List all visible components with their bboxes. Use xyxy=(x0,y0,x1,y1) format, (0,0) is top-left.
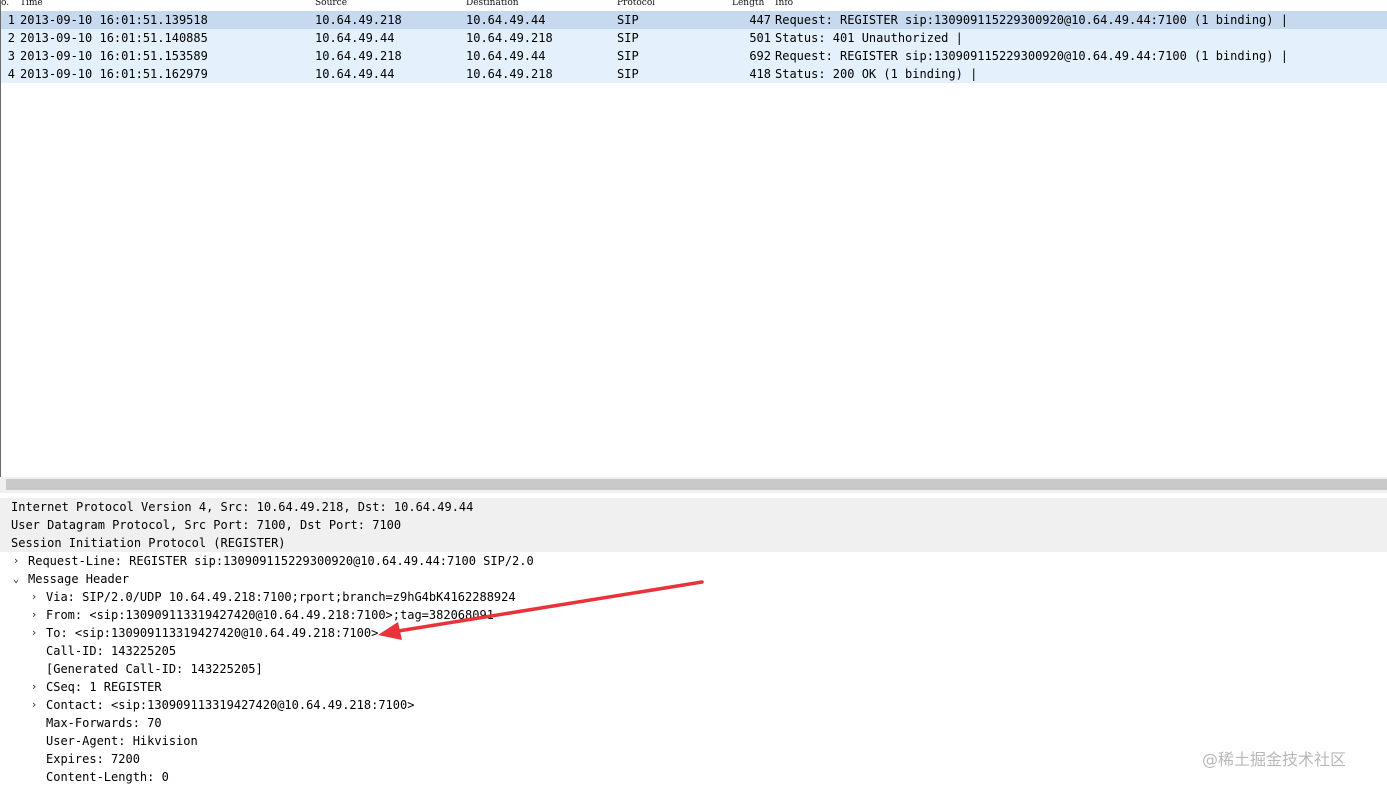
packet-time: 2013-09-10 16:01:51.140885 xyxy=(20,31,208,45)
udp-layer-row[interactable]: User Datagram Protocol, Src Port: 7100, … xyxy=(0,516,1387,534)
sip-via-text: Via: SIP/2.0/UDP 10.64.49.218:7100;rport… xyxy=(46,590,516,604)
chevron-right-icon[interactable]: › xyxy=(29,606,39,624)
packet-info: Request: REGISTER sip:130909115229300920… xyxy=(775,49,1288,63)
sip-via-row[interactable]: › Via: SIP/2.0/UDP 10.64.49.218:7100;rpor… xyxy=(0,588,1387,606)
packet-destination: 10.64.49.44 xyxy=(466,13,546,27)
chevron-right-icon[interactable]: › xyxy=(11,552,21,570)
column-header-source[interactable]: Source xyxy=(315,0,347,8)
sip-layer-text: Session Initiation Protocol (REGISTER) xyxy=(11,536,286,550)
packet-destination: 10.64.49.44 xyxy=(466,49,546,63)
packet-protocol: SIP xyxy=(617,13,639,27)
sip-generated-call-id-row[interactable]: [Generated Call-ID: 143225205] xyxy=(0,660,1387,678)
watermark: @稀土掘金技术社区 xyxy=(1202,750,1347,769)
packet-source: 10.64.49.44 xyxy=(315,31,395,45)
column-header-time[interactable]: Time xyxy=(20,0,43,8)
packet-number: 2 xyxy=(7,31,15,45)
sip-user-agent-row[interactable]: User-Agent: Hikvision xyxy=(0,732,1387,750)
column-header-length[interactable]: Length xyxy=(732,0,764,8)
chevron-right-icon[interactable]: › xyxy=(29,678,39,696)
packet-row[interactable]: 4 2013-09-10 16:01:51.162979 10.64.49.44 10… xyxy=(1,65,1387,83)
horizontal-scrollbar[interactable] xyxy=(6,479,1387,490)
column-header-no[interactable]: o. xyxy=(1,0,9,8)
sip-to-text: To: <sip:130909113319427420@10.64.49.218… xyxy=(46,626,379,640)
sip-expires-row[interactable]: Expires: 7200 xyxy=(0,750,1387,768)
sip-from-row[interactable]: › From: <sip:130909113319427420@10.64.49.… xyxy=(0,606,1387,624)
sip-call-id-row[interactable]: Call-ID: 143225205 xyxy=(0,642,1387,660)
packet-list-pane[interactable]: o. Time Source Destination Protocol Leng… xyxy=(0,0,1387,477)
column-header-info[interactable]: Info xyxy=(775,0,793,8)
packet-protocol: SIP xyxy=(617,67,639,81)
packet-row[interactable]: 1 2013-09-10 16:01:51.139518 10.64.49.218 1… xyxy=(1,11,1387,29)
sip-expires-text: Expires: 7200 xyxy=(46,752,140,766)
column-header-protocol[interactable]: Protocol xyxy=(617,0,655,8)
sip-from-text: From: <sip:130909113319427420@10.64.49.2… xyxy=(46,608,494,622)
sip-max-forwards-row[interactable]: Max-Forwards: 70 xyxy=(0,714,1387,732)
pane-splitter[interactable] xyxy=(0,477,1387,493)
sip-message-header-row[interactable]: ⌄ Message Header xyxy=(0,570,1387,588)
sip-message-header-text: Message Header xyxy=(28,572,130,586)
chevron-right-icon[interactable]: › xyxy=(29,588,39,606)
sip-request-line-row[interactable]: › Request-Line: REGISTER sip:130909115229… xyxy=(0,552,1387,570)
sip-request-line-text: Request-Line: REGISTER sip:1309091152293… xyxy=(28,554,534,568)
sip-contact-text: Contact: <sip:130909113319427420@10.64.4… xyxy=(46,698,415,712)
sip-to-row[interactable]: › To: <sip:130909113319427420@10.64.49.21… xyxy=(0,624,1387,642)
packet-row[interactable]: 3 2013-09-10 16:01:51.153589 10.64.49.218 1… xyxy=(1,47,1387,65)
wireshark-window: o. Time Source Destination Protocol Leng… xyxy=(0,0,1387,789)
sip-cseq-row[interactable]: › CSeq: 1 REGISTER xyxy=(0,678,1387,696)
sip-user-agent-text: User-Agent: Hikvision xyxy=(46,734,198,748)
column-header-destination[interactable]: Destination xyxy=(466,0,519,8)
chevron-right-icon[interactable]: › xyxy=(29,696,39,714)
packet-info: Status: 401 Unauthorized | xyxy=(775,31,963,45)
packet-protocol: SIP xyxy=(617,31,639,45)
chevron-down-icon[interactable]: ⌄ xyxy=(11,570,21,588)
packet-length: 418 xyxy=(749,67,771,81)
sip-contact-row[interactable]: › Contact: <sip:130909113319427420@10.64.… xyxy=(0,696,1387,714)
chevron-right-icon[interactable]: › xyxy=(29,624,39,642)
packet-source: 10.64.49.218 xyxy=(315,49,402,63)
packet-number: 1 xyxy=(7,13,15,27)
packet-info: Status: 200 OK (1 binding) | xyxy=(775,67,978,81)
packet-destination: 10.64.49.218 xyxy=(466,31,553,45)
packet-time: 2013-09-10 16:01:51.162979 xyxy=(20,67,208,81)
packet-source: 10.64.49.218 xyxy=(315,13,402,27)
sip-content-length-text: Content-Length: 0 xyxy=(46,770,169,784)
packet-length: 692 xyxy=(749,49,771,63)
ip-layer-row[interactable]: Internet Protocol Version 4, Src: 10.64.… xyxy=(0,498,1387,516)
packet-time: 2013-09-10 16:01:51.139518 xyxy=(20,13,208,27)
packet-protocol: SIP xyxy=(617,49,639,63)
sip-layer-row[interactable]: Session Initiation Protocol (REGISTER) xyxy=(0,534,1387,552)
packet-time: 2013-09-10 16:01:51.153589 xyxy=(20,49,208,63)
packet-info: Request: REGISTER sip:130909115229300920… xyxy=(775,13,1288,27)
packet-source: 10.64.49.44 xyxy=(315,67,395,81)
ip-layer-text: Internet Protocol Version 4, Src: 10.64.… xyxy=(11,500,474,514)
sip-max-forwards-text: Max-Forwards: 70 xyxy=(46,716,162,730)
packet-length: 501 xyxy=(749,31,771,45)
packet-details-pane[interactable]: Internet Protocol Version 4, Src: 10.64.… xyxy=(0,496,1387,789)
sip-call-id-text: Call-ID: 143225205 xyxy=(46,644,177,658)
sip-cseq-text: CSeq: 1 REGISTER xyxy=(46,680,162,694)
packet-length: 447 xyxy=(749,13,771,27)
sip-content-length-row[interactable]: Content-Length: 0 xyxy=(0,768,1387,786)
packet-number: 4 xyxy=(7,67,15,81)
packet-number: 3 xyxy=(7,49,15,63)
udp-layer-text: User Datagram Protocol, Src Port: 7100, … xyxy=(11,518,402,532)
packet-list-column-header: o. Time Source Destination Protocol Leng… xyxy=(1,0,1387,11)
packet-row[interactable]: 2 2013-09-10 16:01:51.140885 10.64.49.44 10… xyxy=(1,29,1387,47)
packet-destination: 10.64.49.218 xyxy=(466,67,553,81)
sip-generated-call-id-text: [Generated Call-ID: 143225205] xyxy=(46,662,263,676)
